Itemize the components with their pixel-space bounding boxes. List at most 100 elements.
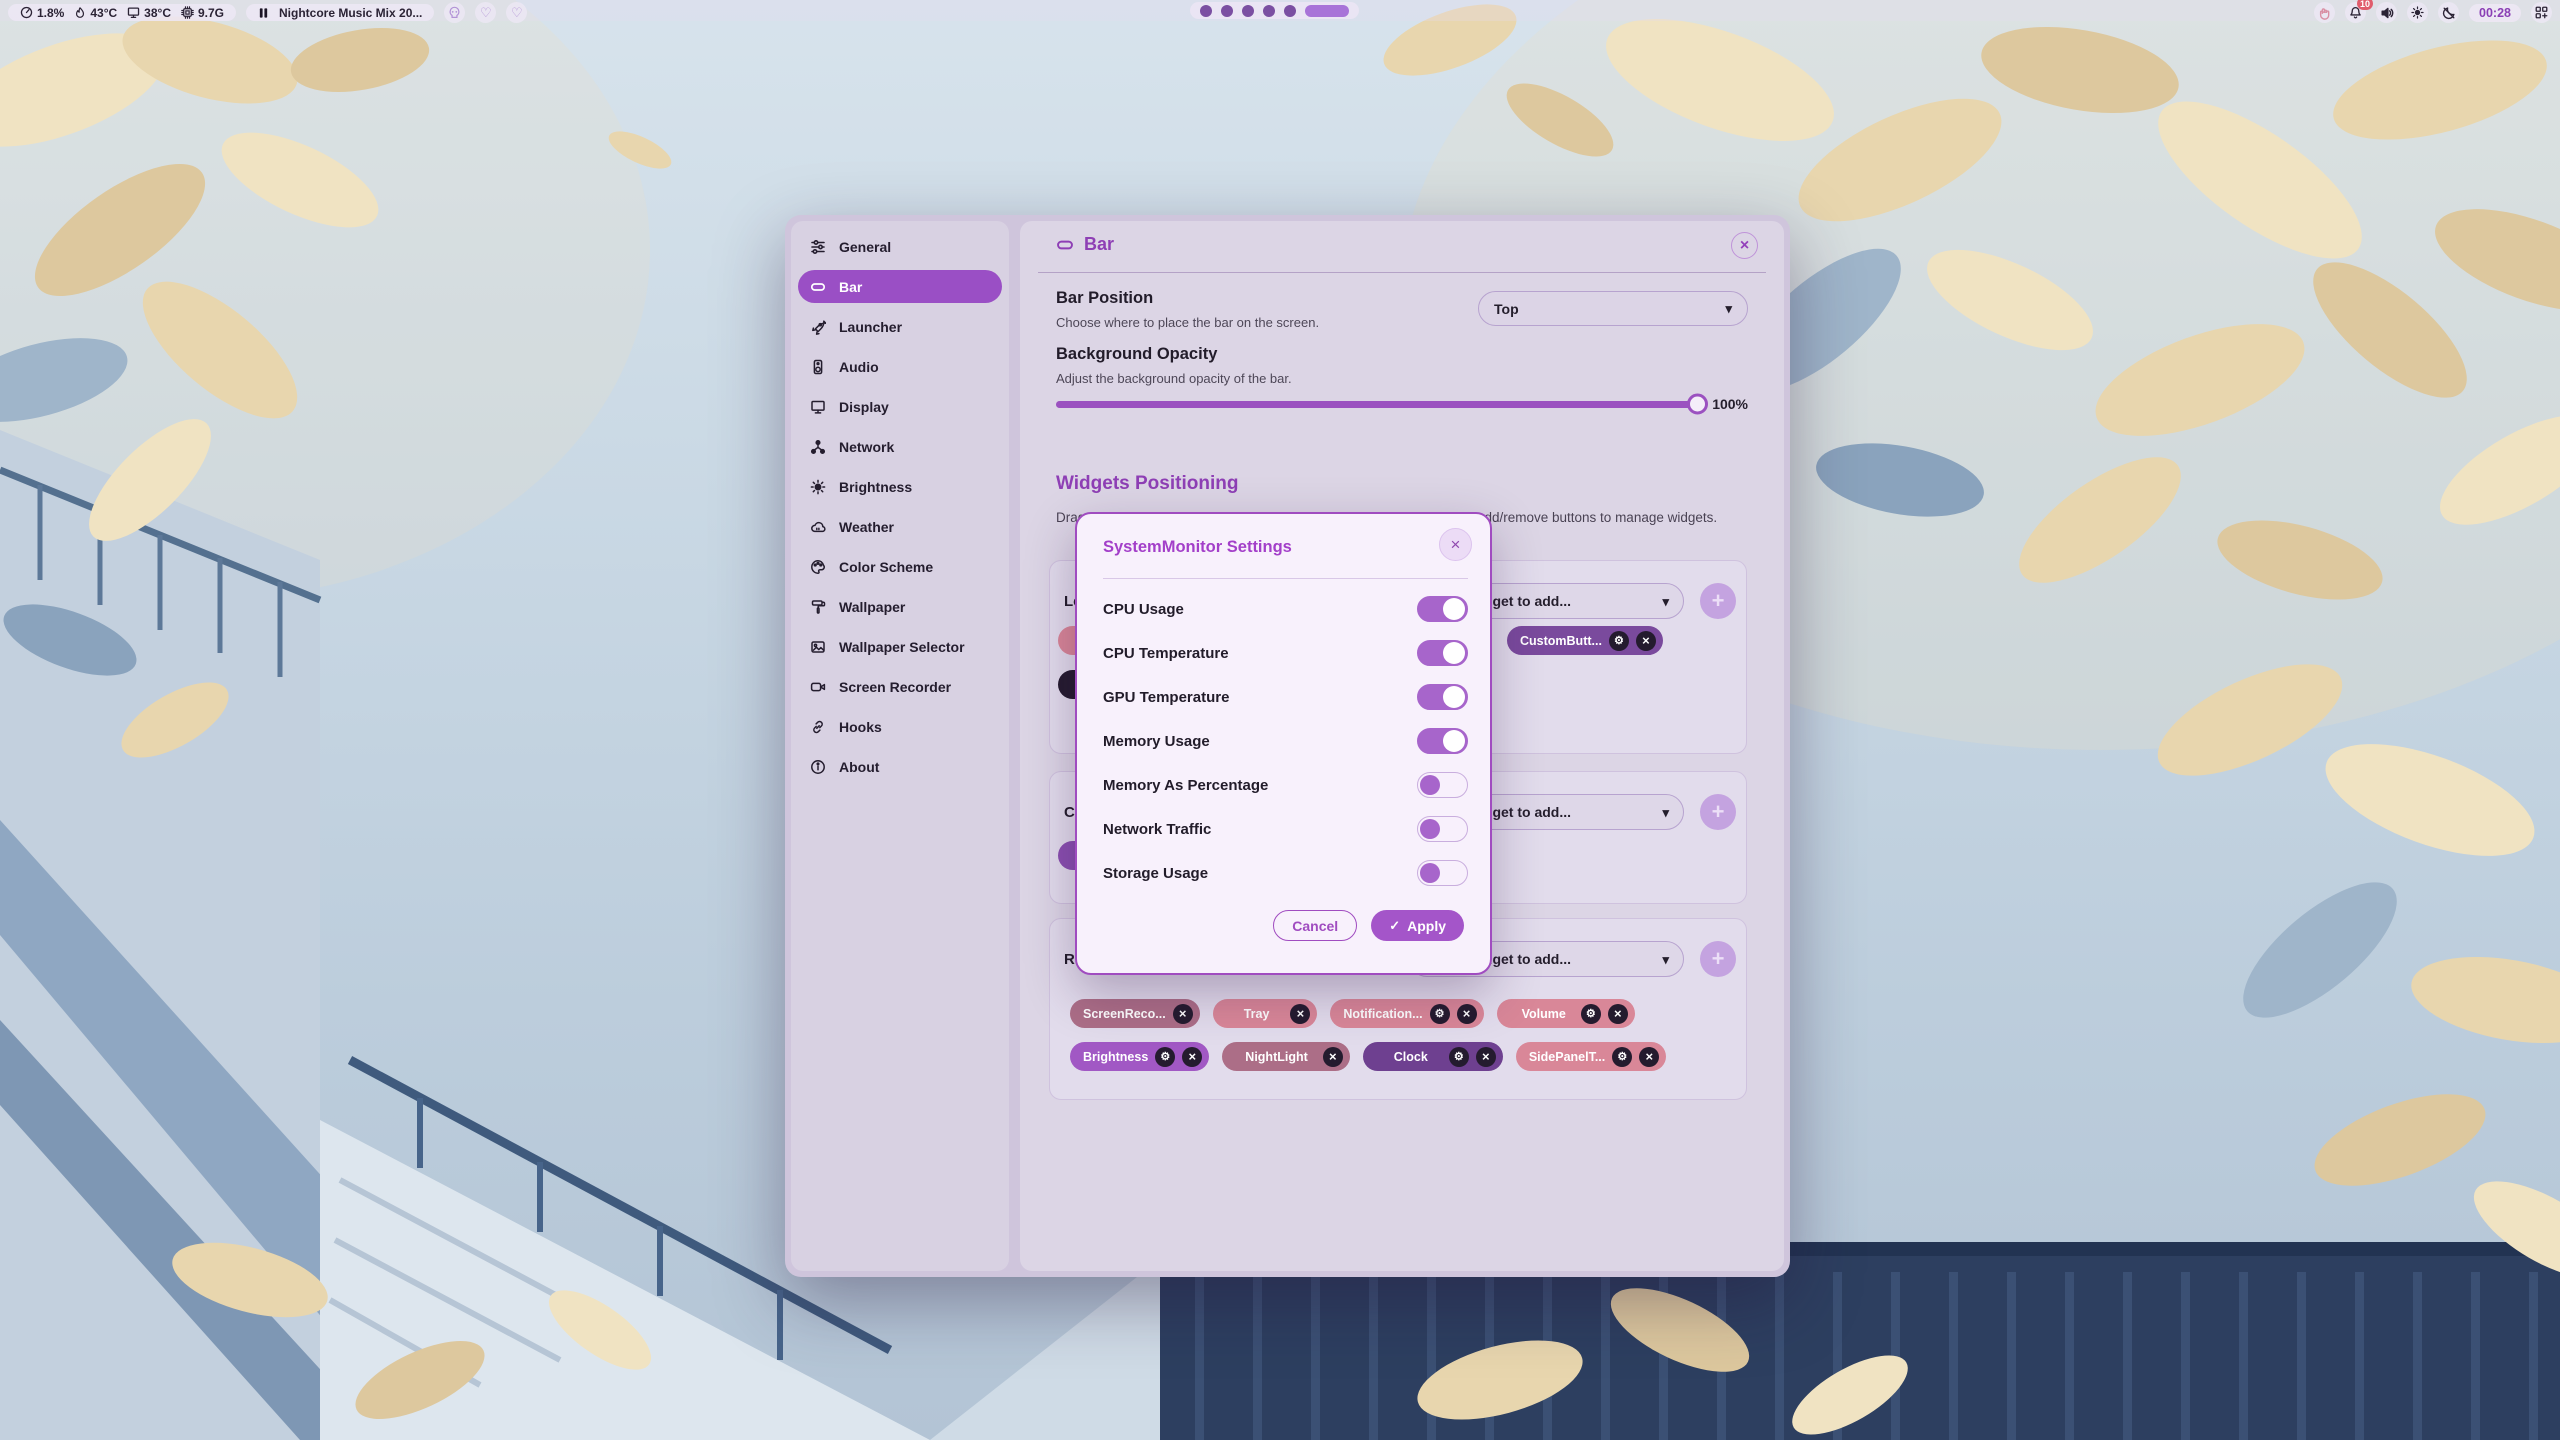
widget-settings-button[interactable] <box>1430 1004 1450 1024</box>
media-player-pill[interactable]: Nightcore Music Mix 20... <box>246 4 434 21</box>
sidebar-item-weather[interactable]: Weather <box>798 510 1002 543</box>
cpu-usage-toggle[interactable] <box>1417 596 1468 622</box>
widget-chip-nightlight[interactable]: NightLight <box>1222 1042 1349 1071</box>
page-title: Bar <box>1084 234 1114 255</box>
widget-remove-button[interactable] <box>1457 1004 1477 1024</box>
grid-plus-icon <box>2535 6 2548 19</box>
heart-icon[interactable]: ♡ <box>475 2 496 23</box>
widget-chip-tray[interactable]: Tray <box>1213 999 1318 1028</box>
widget-remove-button[interactable] <box>1323 1047 1343 1067</box>
cpu-temperature-toggle[interactable] <box>1417 640 1468 666</box>
palette-icon <box>810 559 826 575</box>
workspace-dot[interactable] <box>1221 5 1233 17</box>
widget-chip-screenrecorder[interactable]: ScreenReco... <box>1070 999 1200 1028</box>
apply-button[interactable]: Apply <box>1371 910 1464 941</box>
widgets-positioning-title: Widgets Positioning <box>1056 473 1238 495</box>
widget-remove-button[interactable] <box>1173 1004 1193 1024</box>
left-widget-add-button[interactable] <box>1700 583 1736 619</box>
workspace-indicator[interactable] <box>1190 2 1359 19</box>
close-icon <box>1463 1006 1471 1021</box>
center-widget-add-button[interactable] <box>1700 794 1736 830</box>
sidebar-item-bar[interactable]: Bar <box>798 270 1002 303</box>
close-icon <box>1451 535 1461 555</box>
notifications-bell-button[interactable]: 10 <box>2345 2 2366 23</box>
gear-icon <box>1160 1050 1170 1063</box>
sidebar-item-network[interactable]: Network <box>798 430 1002 463</box>
storage-usage-toggle[interactable] <box>1417 860 1468 886</box>
widget-remove-button[interactable] <box>1476 1047 1496 1067</box>
workspace-dot[interactable] <box>1263 5 1275 17</box>
heart-icon[interactable]: ♡ <box>506 2 527 23</box>
plus-icon <box>1712 799 1725 825</box>
bar-position-select[interactable]: Top <box>1478 291 1748 326</box>
opacity-slider-knob[interactable] <box>1687 394 1708 415</box>
widget-settings-button[interactable] <box>1609 631 1629 651</box>
settings-sidebar: General Bar Launcher Audio Display Netwo… <box>791 221 1009 1271</box>
night-light-button[interactable] <box>2438 2 2459 23</box>
right-widget-add-button[interactable] <box>1700 941 1736 977</box>
volume-button[interactable] <box>2376 2 2397 23</box>
opacity-slider[interactable] <box>1056 401 1698 408</box>
widget-remove-button[interactable] <box>1636 631 1656 651</box>
widget-chip-clock[interactable]: Clock <box>1363 1042 1503 1071</box>
paint-roller-icon <box>810 599 826 615</box>
sidebar-item-about[interactable]: About <box>798 750 1002 783</box>
tray-app-icon[interactable] <box>2314 2 2335 23</box>
sidebar-item-wallpaper[interactable]: Wallpaper <box>798 590 1002 623</box>
link-icon <box>810 719 826 735</box>
window-close-button[interactable] <box>1731 232 1758 259</box>
clock[interactable]: 00:28 <box>2469 4 2521 22</box>
background-opacity-label: Background Opacity <box>1056 345 1217 364</box>
cancel-button[interactable]: Cancel <box>1273 910 1357 941</box>
widget-settings-button[interactable] <box>1612 1047 1632 1067</box>
memory-as-percentage-toggle[interactable] <box>1417 772 1468 798</box>
widget-settings-button[interactable] <box>1155 1047 1175 1067</box>
brightness-button[interactable] <box>2407 2 2428 23</box>
widget-chip-sidepanel[interactable]: SidePanelT... <box>1516 1042 1666 1071</box>
widget-remove-button[interactable] <box>1290 1004 1310 1024</box>
sidebar-item-hooks[interactable]: Hooks <box>798 710 1002 743</box>
sidebar-item-wallpaper-selector[interactable]: Wallpaper Selector <box>798 630 1002 663</box>
info-icon <box>810 759 826 775</box>
widget-chip-custombutton[interactable]: CustomButt... <box>1507 626 1663 655</box>
bar-position-label: Bar Position <box>1056 289 1153 308</box>
speaker-box-icon <box>810 359 826 375</box>
video-camera-icon <box>810 679 826 695</box>
workspace-dot[interactable] <box>1284 5 1296 17</box>
widget-chip-volume[interactable]: Volume <box>1497 999 1635 1028</box>
sidebar-item-display[interactable]: Display <box>798 390 1002 423</box>
chevron-down-icon <box>1662 951 1669 968</box>
widget-remove-button[interactable] <box>1608 1004 1628 1024</box>
sidebar-item-general[interactable]: General <box>798 230 1002 263</box>
widget-settings-button[interactable] <box>1449 1047 1469 1067</box>
dashboard-button[interactable] <box>2531 2 2552 23</box>
close-icon <box>1179 1006 1187 1021</box>
widget-chip-brightness[interactable]: Brightness <box>1070 1042 1209 1071</box>
memory-usage-toggle[interactable] <box>1417 728 1468 754</box>
workspace-dot[interactable] <box>1200 5 1212 17</box>
settings-window: General Bar Launcher Audio Display Netwo… <box>785 215 1790 1277</box>
systemmonitor-settings-dialog: SystemMonitor Settings CPU Usage CPU Tem… <box>1075 512 1492 975</box>
opacity-value: 100% <box>1712 396 1748 412</box>
sidebar-item-color-scheme[interactable]: Color Scheme <box>798 550 1002 583</box>
widget-remove-button[interactable] <box>1639 1047 1659 1067</box>
sidebar-item-launcher[interactable]: Launcher <box>798 310 1002 343</box>
sidebar-item-brightness[interactable]: Brightness <box>798 470 1002 503</box>
workspace-active-dot[interactable] <box>1305 5 1349 17</box>
monitor-icon <box>810 399 826 415</box>
skull-icon[interactable] <box>444 2 465 23</box>
pill-icon <box>810 279 826 295</box>
close-icon <box>1740 237 1749 255</box>
widget-remove-button[interactable] <box>1182 1047 1202 1067</box>
widget-settings-button[interactable] <box>1581 1004 1601 1024</box>
sidebar-item-audio[interactable]: Audio <box>798 350 1002 383</box>
gpu-temperature-toggle[interactable] <box>1417 684 1468 710</box>
sidebar-item-screen-recorder[interactable]: Screen Recorder <box>798 670 1002 703</box>
dialog-close-button[interactable] <box>1439 528 1472 561</box>
workspace-dot[interactable] <box>1242 5 1254 17</box>
network-icon <box>810 439 826 455</box>
widget-chip-notifications[interactable]: Notification... <box>1330 999 1483 1028</box>
tune-icon <box>810 239 826 255</box>
close-icon <box>1614 1006 1622 1021</box>
network-traffic-toggle[interactable] <box>1417 816 1468 842</box>
